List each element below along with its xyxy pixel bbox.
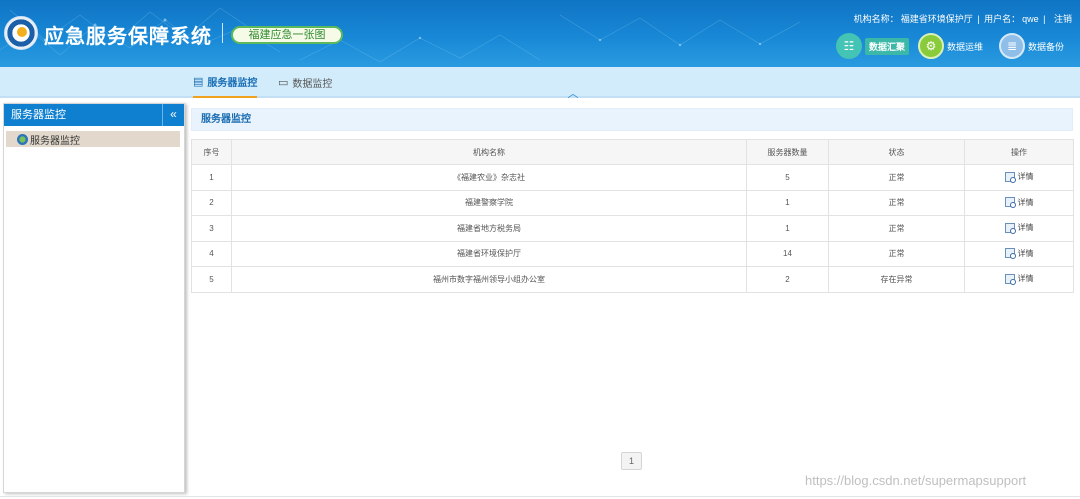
- detail-link[interactable]: 详情: [1004, 222, 1034, 234]
- action-cell: 详情: [964, 189, 1074, 216]
- status: 正常: [828, 215, 965, 242]
- data-gather-icon: ☷: [836, 33, 862, 59]
- tab-label: 服务器监控: [207, 78, 258, 89]
- server-count: 14: [746, 240, 829, 267]
- table-row: 2 福建警察学院 1 正常 详情: [191, 189, 1074, 216]
- sidebar-header: 服务器监控 «: [4, 104, 184, 126]
- collapse-header-icon[interactable]: ︿: [566, 89, 580, 100]
- org-name: 福州市数字福州领导小组办公室: [231, 266, 747, 293]
- separator: |: [1043, 14, 1046, 24]
- data-backup-icon: ≣: [999, 33, 1025, 59]
- emblem-star-icon: [17, 27, 27, 37]
- data-gather-label: 数据汇聚: [865, 37, 910, 55]
- row-number: 3: [191, 215, 232, 242]
- user-value: qwe: [1022, 14, 1039, 24]
- collapse-sidebar-icon[interactable]: «: [162, 104, 184, 126]
- table-row: 4 福建省环境保护厅 14 正常 详情: [191, 240, 1074, 267]
- sidebar: 服务器监控 « 服务器监控: [3, 103, 185, 493]
- sidebar-item-label: 服务器监控: [30, 135, 80, 147]
- row-number: 4: [191, 240, 232, 267]
- top-nav: ▤ 服务器监控 ▭ 数据监控 ︿: [0, 67, 1080, 100]
- data-gather-button[interactable]: ☷ 数据汇聚: [836, 33, 910, 59]
- org-label: 机构名称：: [853, 14, 899, 24]
- data-backup-label: 数据备份: [1028, 41, 1065, 52]
- org-name: 福建省地方税务局: [231, 215, 747, 242]
- server-count: 1: [746, 215, 829, 242]
- column-header: 状态: [828, 139, 965, 165]
- column-header: 机构名称: [231, 139, 747, 165]
- user-label: 用户名：: [984, 14, 1021, 24]
- action-cell: 详情: [964, 164, 1074, 191]
- separator: |: [977, 14, 980, 24]
- table-row: 3 福建省地方税务局 1 正常 详情: [191, 215, 1074, 242]
- detail-link[interactable]: 详情: [1004, 248, 1034, 259]
- title-divider: [222, 23, 223, 43]
- details-icon: [1004, 171, 1016, 183]
- logout-link[interactable]: 注销: [1054, 14, 1072, 24]
- panel-title: 服务器监控: [191, 108, 1073, 131]
- data-ops-icon: ⚙: [918, 33, 944, 59]
- status: 存在异常: [828, 266, 965, 293]
- emergency-map-button[interactable]: 福建应急一张图: [231, 26, 343, 44]
- globe-icon: [17, 133, 28, 145]
- server-count: 2: [746, 266, 829, 293]
- table-header-row: 序号 机构名称 服务器数量 状态 操作: [191, 139, 1074, 165]
- server-table: 序号 机构名称 服务器数量 状态 操作 1 《福建农业》杂志社 5 正常 详情 …: [191, 139, 1074, 293]
- app-title: 应急服务保障系统: [44, 26, 212, 48]
- sidebar-title: 服务器监控: [11, 109, 66, 121]
- action-cell: 详情: [964, 240, 1074, 267]
- detail-label: 详情: [1017, 274, 1034, 283]
- detail-link[interactable]: 详情: [1004, 273, 1034, 285]
- column-header: 序号: [191, 139, 232, 165]
- detail-link[interactable]: 详情: [1004, 171, 1034, 183]
- row-number: 5: [191, 266, 232, 293]
- tab-data-monitor[interactable]: ▭ 数据监控: [278, 67, 332, 98]
- tab-label: 数据监控: [292, 79, 333, 90]
- details-icon: [1004, 222, 1016, 234]
- tab-server-monitor[interactable]: ▤ 服务器监控: [193, 67, 258, 98]
- org-name: 福建省环境保护厅: [231, 240, 747, 267]
- row-number: 1: [191, 164, 232, 191]
- action-cell: 详情: [964, 215, 1074, 242]
- detail-label: 详情: [1017, 223, 1034, 232]
- details-icon: [1004, 197, 1016, 208]
- data-ops-button[interactable]: ⚙ 数据运维: [918, 33, 983, 59]
- emblem-logo: [4, 16, 38, 50]
- page-button[interactable]: 1: [621, 452, 642, 470]
- detail-label: 详情: [1017, 197, 1034, 207]
- app-header: 应急服务保障系统 福建应急一张图 机构名称： 福建省环境保护厅 | 用户名： qwe…: [0, 0, 1080, 67]
- detail-label: 详情: [1017, 172, 1034, 181]
- data-ops-label: 数据运维: [947, 41, 984, 52]
- status: 正常: [828, 240, 965, 267]
- server-count: 1: [746, 189, 829, 216]
- detail-label: 详情: [1017, 248, 1034, 258]
- data-backup-button[interactable]: ≣ 数据备份: [999, 33, 1064, 59]
- table-row: 1 《福建农业》杂志社 5 正常 详情: [191, 164, 1074, 191]
- details-icon: [1004, 273, 1016, 285]
- status: 正常: [828, 189, 965, 216]
- sidebar-item-server-monitor[interactable]: 服务器监控: [6, 131, 180, 147]
- org-name: 福建警察学院: [231, 189, 747, 216]
- details-icon: [1004, 248, 1016, 259]
- watermark: https://blog.csdn.net/supermapsupport: [805, 473, 1027, 488]
- org-name: 《福建农业》杂志社: [231, 164, 747, 191]
- row-number: 2: [191, 189, 232, 216]
- table-row: 5 福州市数字福州领导小组办公室 2 存在异常 详情: [191, 266, 1074, 293]
- bottom-divider: [0, 496, 1080, 497]
- column-header: 服务器数量: [746, 139, 829, 165]
- status: 正常: [828, 164, 965, 191]
- org-value: 福建省环境保护厅: [900, 14, 973, 24]
- server-count: 5: [746, 164, 829, 191]
- column-header: 操作: [964, 139, 1074, 165]
- user-info-bar: 机构名称： 福建省环境保护厅 | 用户名： qwe | 注销: [852, 12, 1072, 25]
- server-icon: ▤: [193, 76, 204, 88]
- detail-link[interactable]: 详情: [1004, 197, 1034, 208]
- monitor-icon: ▭: [278, 77, 289, 89]
- action-cell: 详情: [964, 266, 1074, 293]
